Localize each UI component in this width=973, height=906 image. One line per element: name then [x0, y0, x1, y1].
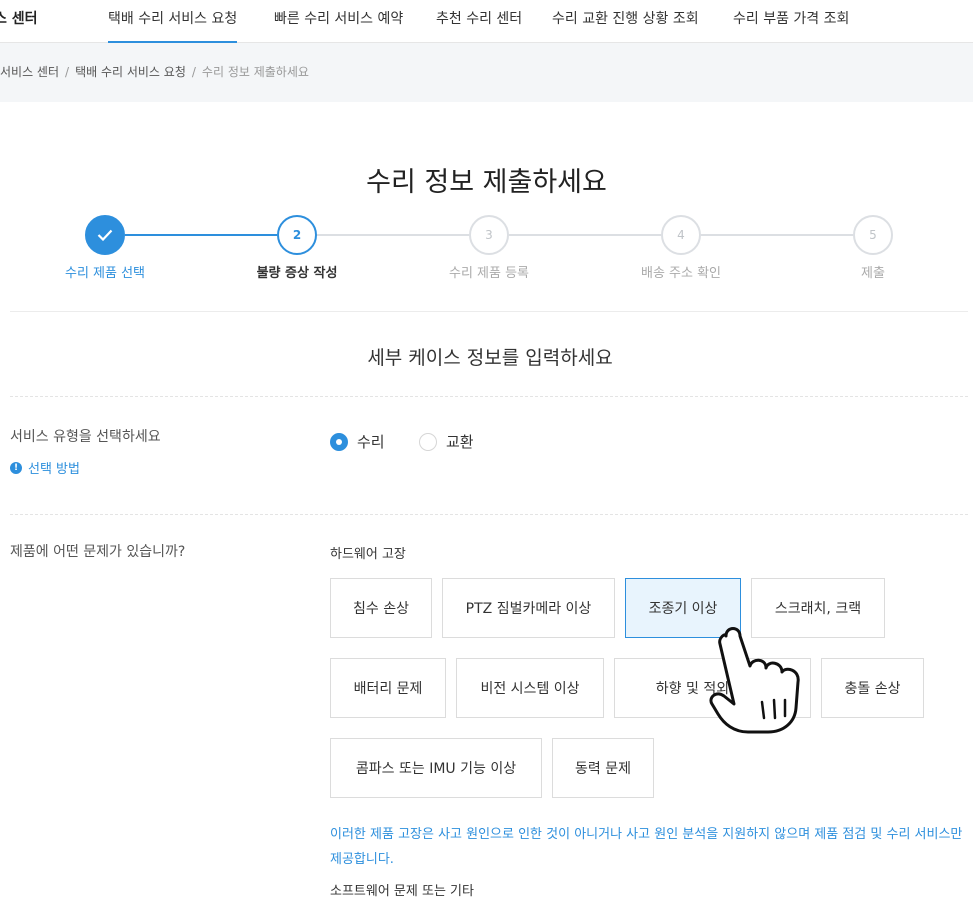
section-divider: [10, 311, 968, 312]
hardware-note: 이러한 제품 고장은 사고 원인으로 인한 것이 아니거나 사고 원인 분석을 …: [330, 827, 963, 867]
nav-item-progress-lookup[interactable]: 수리 교환 진행 상황 조회: [552, 8, 699, 43]
radio-repair[interactable]: 수리: [330, 431, 385, 452]
step-5-circle: 5: [853, 215, 893, 255]
breadcrumb-separator: /: [191, 65, 196, 79]
breadcrumb-current: 수리 정보 제출하세요: [201, 65, 309, 79]
selection-guide-text[interactable]: 선택 방법: [28, 458, 80, 477]
step-2-circle: 2: [277, 215, 317, 255]
option-ptz-gimbal-camera[interactable]: PTZ 짐벌카메라 이상: [442, 578, 615, 638]
breadcrumb-separator: /: [65, 65, 70, 79]
radio-repair-dot[interactable]: [330, 432, 348, 451]
option-collision-damage[interactable]: 충돌 손상: [821, 658, 924, 718]
problem-label: 제품에 어떤 문제가 있습니까?: [10, 544, 186, 560]
selection-guide-link[interactable]: ! 선택 방법: [10, 458, 80, 477]
nav-item-quick-repair[interactable]: 빠른 수리 서비스 예약: [274, 8, 403, 43]
radio-repair-label: 수리: [357, 433, 385, 451]
check-icon: [97, 229, 113, 241]
step-2-label: 불량 증상 작성: [256, 266, 338, 281]
brand-title[interactable]: 스 센터: [0, 8, 38, 28]
step-5-label: 제출: [861, 266, 885, 281]
option-water-damage[interactable]: 침수 손상: [330, 578, 432, 638]
step-connector: [317, 234, 469, 236]
step-1-circle: [85, 215, 125, 255]
section-title: 세부 케이스 정보를 입력하세요: [367, 347, 613, 369]
nav-item-parts-price[interactable]: 수리 부품 가격 조회: [733, 8, 849, 43]
breadcrumb-item-service-center[interactable]: 서비스 센터: [0, 65, 59, 79]
radio-exchange[interactable]: 교환: [419, 431, 474, 452]
step-connector: [701, 234, 853, 236]
breadcrumb-item-parcel-repair[interactable]: 택배 수리 서비스 요청: [75, 65, 186, 79]
step-connector: [125, 234, 277, 236]
radio-exchange-dot[interactable]: [419, 432, 437, 451]
breadcrumb: 서비스 센터 / 택배 수리 서비스 요청 / 수리 정보 제출하세요: [0, 63, 309, 80]
top-navigation: 스 센터 택배 수리 서비스 요청 빠른 수리 서비스 예약 추천 수리 센터 …: [0, 0, 973, 43]
nav-item-recommended-center[interactable]: 추천 수리 센터: [436, 8, 522, 43]
progress-stepper: 2 3 4 5 수리 제품 선택 불량 증상 작성 수리 제품 등록 배송 주소…: [0, 213, 973, 283]
option-compass-imu[interactable]: 콤파스 또는 IMU 기능 이상: [330, 738, 542, 798]
page-title: 수리 정보 제출하세요: [366, 167, 607, 198]
step-connector: [509, 234, 661, 236]
option-power[interactable]: 동력 문제: [552, 738, 654, 798]
hardware-group-label: 하드웨어 고장: [330, 547, 406, 562]
info-icon: !: [10, 461, 22, 474]
step-3-label: 수리 제품 등록: [448, 266, 530, 281]
step-3-circle: 3: [469, 215, 509, 255]
step-4-label: 배송 주소 확인: [640, 266, 722, 281]
option-vision-system[interactable]: 비전 시스템 이상: [456, 658, 604, 718]
step-4-circle: 4: [661, 215, 701, 255]
nav-item-parcel-repair[interactable]: 택배 수리 서비스 요청: [108, 8, 238, 43]
row-divider: [10, 396, 968, 397]
hand-pointer-icon: [709, 627, 800, 734]
option-battery[interactable]: 배터리 문제: [330, 658, 446, 718]
step-1-label: 수리 제품 선택: [64, 266, 146, 281]
software-group-label: 소프트웨어 문제 또는 기타: [330, 884, 474, 899]
row-divider: [10, 514, 968, 515]
service-type-label: 서비스 유형을 선택하세요: [10, 429, 161, 445]
radio-exchange-label: 교환: [446, 433, 474, 451]
breadcrumb-bar: 서비스 센터 / 택배 수리 서비스 요청 / 수리 정보 제출하세요: [0, 43, 973, 102]
